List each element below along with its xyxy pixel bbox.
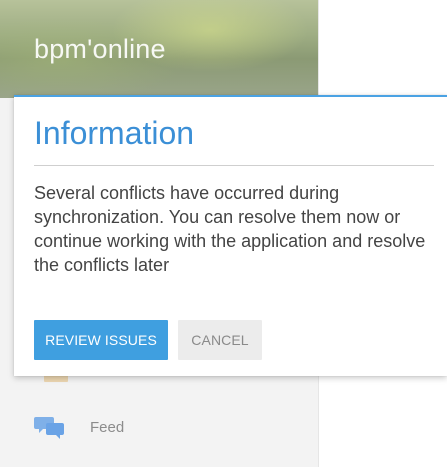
app-logo: bpm'online: [34, 34, 166, 64]
cancel-button[interactable]: CANCEL: [178, 320, 262, 360]
dialog-actions: REVIEW ISSUES CANCEL: [34, 320, 262, 360]
information-dialog: Information Several conflicts have occur…: [14, 95, 447, 376]
sidebar-item-label: Feed: [90, 418, 125, 436]
dialog-message: Several conflicts have occurred during s…: [34, 183, 426, 275]
title-divider: [34, 165, 434, 166]
review-issues-button[interactable]: REVIEW ISSUES: [34, 320, 168, 360]
app-screen: bpm'online Feed Information Several conf…: [0, 0, 447, 467]
dialog-title: Information: [34, 115, 195, 151]
sidebar-header-banner: bpm'online: [0, 0, 318, 98]
sidebar-item-feed[interactable]: Feed: [34, 410, 124, 444]
chat-bubbles-icon: [34, 415, 68, 439]
